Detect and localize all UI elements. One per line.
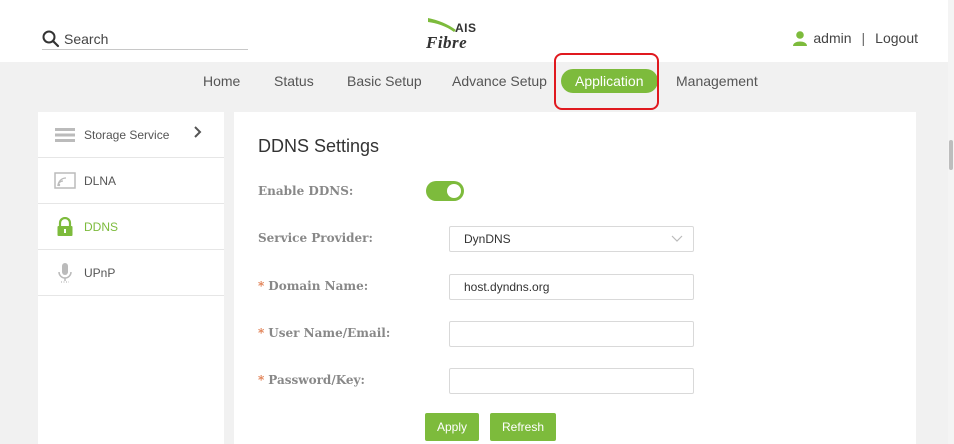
password-label: * Password/Key: bbox=[258, 373, 365, 387]
lock-icon bbox=[54, 216, 76, 238]
service-provider-select[interactable]: DynDNS bbox=[449, 226, 694, 252]
chevron-down-icon bbox=[671, 235, 683, 242]
required-marker: * bbox=[258, 373, 265, 387]
domain-name-label-text: Domain Name: bbox=[268, 279, 369, 293]
sidebar-item-label: UPnP bbox=[84, 265, 116, 280]
top-header: AIS Fibre admin | Logout bbox=[0, 0, 948, 62]
search-input[interactable] bbox=[64, 28, 234, 49]
domain-name-input[interactable] bbox=[449, 274, 694, 300]
service-provider-label: Service Provider: bbox=[258, 231, 373, 245]
required-marker: * bbox=[258, 326, 265, 340]
user-separator: | bbox=[861, 30, 866, 46]
microphone-icon bbox=[54, 262, 76, 284]
required-marker: * bbox=[258, 279, 265, 293]
user-area: admin | Logout bbox=[792, 28, 918, 48]
enable-ddns-toggle[interactable] bbox=[426, 181, 464, 201]
password-label-text: Password/Key: bbox=[268, 373, 365, 387]
storage-icon bbox=[54, 124, 76, 146]
user-name-row: * User Name/Email: bbox=[258, 321, 698, 347]
username: admin bbox=[813, 30, 852, 46]
panel-title: DDNS Settings bbox=[258, 136, 380, 156]
main-nav: Home Status Basic Setup Advance Setup Ap… bbox=[0, 62, 948, 98]
domain-name-label: * Domain Name: bbox=[258, 279, 368, 293]
sidebar-item-ddns[interactable]: DDNS bbox=[38, 204, 224, 250]
sidebar-item-label: Storage Service bbox=[84, 127, 170, 142]
user-icon bbox=[793, 31, 808, 46]
sidebar-item-label: DLNA bbox=[84, 173, 117, 188]
service-provider-value: DynDNS bbox=[464, 232, 511, 246]
nav-management[interactable]: Management bbox=[676, 70, 758, 92]
password-input[interactable] bbox=[449, 368, 694, 394]
search-icon[interactable] bbox=[42, 30, 60, 48]
ddns-settings-panel: DDNS Settings Enable DDNS: Service Provi… bbox=[234, 112, 916, 444]
search-bar[interactable] bbox=[42, 28, 248, 50]
nav-basic-setup[interactable]: Basic Setup bbox=[347, 70, 422, 92]
scrollbar-thumb[interactable] bbox=[949, 140, 953, 170]
user-name-label-text: User Name/Email: bbox=[268, 326, 391, 340]
enable-ddns-label: Enable DDNS: bbox=[258, 184, 354, 198]
refresh-button[interactable]: Refresh bbox=[490, 413, 557, 441]
nav-home[interactable]: Home bbox=[203, 70, 240, 92]
apply-button[interactable]: Apply bbox=[425, 413, 480, 441]
user-name-input[interactable] bbox=[449, 321, 694, 347]
chevron-right-icon bbox=[194, 126, 202, 138]
nav-status[interactable]: Status bbox=[274, 70, 314, 92]
domain-name-row: * Domain Name: bbox=[258, 274, 698, 300]
sidebar-item-upnp[interactable]: UPnP bbox=[38, 250, 224, 296]
sidebar-item-dlna[interactable]: DLNA bbox=[38, 158, 224, 204]
logout-link[interactable]: Logout bbox=[875, 30, 918, 46]
sidebar: Storage Service DLNA DDNS UPnP bbox=[38, 112, 224, 444]
service-provider-row: Service Provider: DynDNS bbox=[258, 226, 698, 252]
password-row: * Password/Key: bbox=[258, 368, 698, 394]
nav-advance-setup[interactable]: Advance Setup bbox=[452, 70, 547, 92]
sidebar-item-label: DDNS bbox=[84, 219, 119, 234]
dlna-icon bbox=[54, 170, 76, 192]
annotation-highlight-box bbox=[554, 53, 659, 110]
user-name-label: * User Name/Email: bbox=[258, 326, 390, 340]
ais-fibre-logo: AIS Fibre bbox=[424, 16, 496, 56]
toggle-knob bbox=[447, 184, 461, 198]
page-scrollbar[interactable] bbox=[948, 0, 954, 444]
sidebar-item-storage-service[interactable]: Storage Service bbox=[38, 112, 224, 158]
enable-ddns-row: Enable DDNS: bbox=[258, 179, 698, 205]
logo-fibre-text: Fibre bbox=[426, 33, 468, 52]
